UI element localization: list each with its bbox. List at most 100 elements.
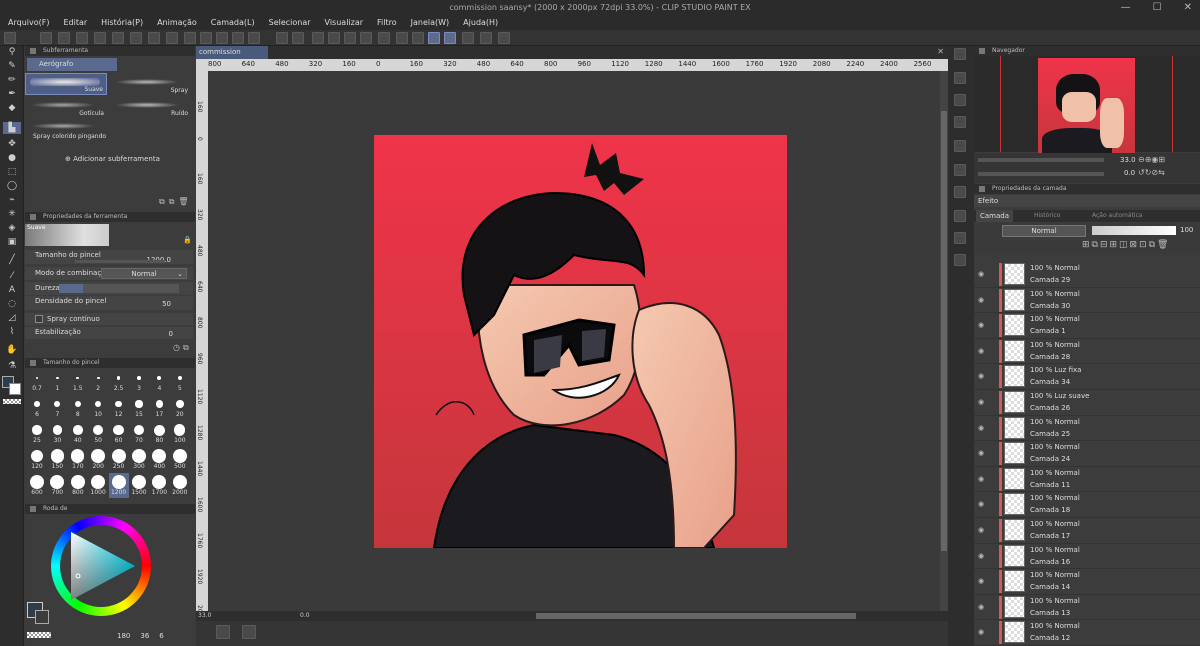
brush-size-cell[interactable]: 70 (129, 421, 149, 446)
brush-size-cell[interactable]: 25 (27, 421, 47, 446)
subtool-droplet[interactable]: Gotícula (25, 96, 107, 118)
layer-row[interactable]: ◉ 100 % Normal Camada 11 (974, 467, 1200, 493)
auto-select-icon[interactable]: ⌁ (5, 194, 19, 206)
maximize-button[interactable]: ☐ (1153, 0, 1162, 15)
spray-checkbox[interactable] (35, 315, 43, 323)
crop-icon[interactable] (396, 32, 408, 44)
visibility-eye-icon[interactable]: ◉ (978, 398, 984, 406)
search-icon[interactable] (954, 48, 966, 60)
operation-tool-icon[interactable]: ⬚ (5, 166, 19, 178)
line-tool-icon[interactable]: ⁄ (5, 270, 19, 282)
layer-row[interactable]: ◉ 100 % Normal Camada 17 (974, 518, 1200, 544)
tab-layer[interactable]: Camada (976, 210, 1014, 222)
brush-size-cell[interactable]: 30 (47, 421, 67, 446)
brush-size-cell[interactable]: 300 (129, 447, 149, 472)
new-file-icon[interactable] (40, 32, 52, 44)
subtool-dripping-spray[interactable]: Spray colorido pingando (25, 119, 107, 141)
brush-size-cell[interactable]: 12 (109, 395, 129, 420)
lock-icon[interactable]: 🔒 (183, 236, 192, 244)
brush-size-cell[interactable]: 1000 (88, 473, 108, 498)
layer-row[interactable]: ◉ 100 % Normal Camada 14 (974, 569, 1200, 595)
brush-size-cell[interactable]: 2000 (170, 473, 190, 498)
menu-layer[interactable]: Camada(L) (211, 18, 255, 27)
layer-row[interactable]: ◉ 100 % Luz suave Camada 26 (974, 390, 1200, 416)
brush-size-cell[interactable]: 60 (109, 421, 129, 446)
print-icon[interactable] (112, 32, 124, 44)
layer-row[interactable]: ◉ 100 % Normal Camada 1 (974, 313, 1200, 339)
help-icon[interactable] (498, 32, 510, 44)
ruler-tool-icon[interactable]: ◿ (5, 312, 19, 324)
density-row[interactable]: Densidade do pincel 50 (25, 296, 193, 310)
subtool-group-tab[interactable]: Aerógrafo (27, 58, 117, 71)
action-icon[interactable] (954, 164, 966, 176)
brush-size-cell[interactable]: 0.7 (27, 369, 47, 394)
layer-icon[interactable] (954, 94, 966, 106)
visibility-eye-icon[interactable]: ◉ (978, 526, 984, 534)
frame-icon[interactable] (216, 625, 230, 639)
undo-icon[interactable] (276, 32, 288, 44)
menu-view[interactable]: Visualizar (325, 18, 364, 27)
menu-filter[interactable]: Filtro (377, 18, 397, 27)
brush-size-cell[interactable]: 17 (149, 395, 169, 420)
canvas-area[interactable] (208, 71, 940, 611)
visibility-eye-icon[interactable]: ◉ (978, 500, 984, 508)
brush-size-cell[interactable]: 6 (27, 395, 47, 420)
hardness-slider[interactable] (59, 284, 179, 293)
brush-size-cell[interactable]: 4 (149, 369, 169, 394)
eyedropper-tool-icon[interactable]: ⚗ (5, 360, 19, 372)
zoom-tool-icon[interactable]: ⚲ (5, 46, 19, 58)
visibility-eye-icon[interactable]: ◉ (978, 296, 984, 304)
busy-icon[interactable] (312, 32, 324, 44)
menu-window[interactable]: Janela(W) (411, 18, 450, 27)
home-icon[interactable] (4, 32, 16, 44)
minimize-button[interactable]: — (1121, 0, 1131, 15)
layer-row[interactable]: ◉ 100 % Normal Camada 16 (974, 544, 1200, 570)
scroll-thumb[interactable] (941, 111, 947, 551)
correct-line-tool-icon[interactable]: ⌇ (5, 326, 19, 338)
info-icon[interactable] (954, 254, 966, 266)
tab-history[interactable]: Histórico (1034, 212, 1060, 219)
zoom-buttons[interactable]: ⊖⊕◉⊞ (1138, 155, 1165, 164)
menu-edit[interactable]: Editar (63, 18, 87, 27)
balloon-tool-icon[interactable]: ◌ (5, 298, 19, 310)
brush-size-row[interactable]: Tamanho do pincel 1200.0 (25, 250, 193, 264)
figure-tool-icon[interactable]: ╱ (5, 254, 19, 266)
layer-row[interactable]: ◉ 100 % Normal Camada 25 (974, 416, 1200, 442)
current-sub-color[interactable] (35, 610, 49, 624)
tool-props-actions[interactable]: ◷⧉ (173, 343, 192, 353)
save-icon[interactable] (76, 32, 88, 44)
properties-icon[interactable] (954, 210, 966, 222)
layer-row[interactable]: ◉ 100 % Normal Camada 18 (974, 492, 1200, 518)
document-tab[interactable]: commission saansy* × (196, 46, 268, 69)
vertical-scrollbar[interactable] (940, 71, 948, 611)
brush-tool-icon[interactable]: ✒ (5, 88, 19, 100)
redo-icon[interactable] (292, 32, 304, 44)
clear-icon[interactable] (130, 32, 142, 44)
menu-help[interactable]: Ajuda(H) (463, 18, 498, 27)
blend-tool-icon[interactable]: ● (5, 152, 19, 164)
menu-animation[interactable]: Animação (157, 18, 197, 27)
brush-size-cell[interactable]: 1700 (149, 473, 169, 498)
x-icon[interactable] (954, 116, 966, 128)
brush-size-cell[interactable]: 250 (109, 447, 129, 472)
visibility-eye-icon[interactable]: ◉ (978, 552, 984, 560)
open-file-icon[interactable] (58, 32, 70, 44)
history-icon[interactable] (954, 140, 966, 152)
trash-icon[interactable] (148, 32, 160, 44)
subtool-actions[interactable]: ⧉⧉🗑 (159, 197, 193, 207)
layer-row[interactable]: ◉ 100 % Normal Camada 12 (974, 620, 1200, 646)
brush-size-cell[interactable]: 500 (170, 447, 190, 472)
visibility-eye-icon[interactable]: ◉ (978, 270, 984, 278)
airbrush-tool-icon[interactable]: ▙ (3, 122, 21, 134)
transform-icon[interactable] (412, 32, 424, 44)
hardness-row[interactable]: Dureza (25, 282, 193, 295)
zoom-slider[interactable] (978, 158, 1104, 162)
settings-icon[interactable] (184, 32, 196, 44)
rotate-buttons[interactable]: ↺↻⊘⇆ (1138, 168, 1165, 177)
menu-file[interactable]: Arquivo(F) (8, 18, 49, 27)
brush-size-cell[interactable]: 10 (88, 395, 108, 420)
brush-size-cell[interactable]: 1500 (129, 473, 149, 498)
visibility-eye-icon[interactable]: ◉ (978, 475, 984, 483)
brush-size-cell[interactable]: 600 (27, 473, 47, 498)
spray-row[interactable]: Spray contínuo (25, 313, 193, 325)
